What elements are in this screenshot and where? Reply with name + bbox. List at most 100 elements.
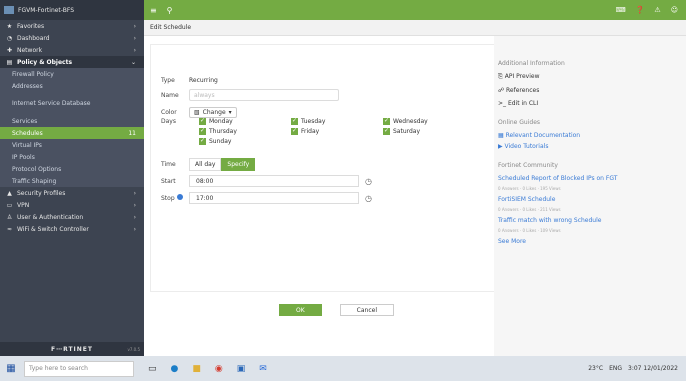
type-value: Recurring (189, 77, 218, 84)
day-checkbox-friday[interactable]: Friday (291, 127, 381, 135)
stop-label: Stop (161, 194, 189, 202)
time-specify-toggle[interactable]: Specify (221, 158, 256, 171)
chevron-right-icon: › (133, 225, 136, 233)
sidebar-item-ip-pools[interactable]: IP Pools (0, 151, 144, 163)
file-explorer-icon[interactable]: ■ (192, 364, 201, 374)
sidebar-item-wifi-switch[interactable]: ≈ WiFi & Switch Controller › (0, 223, 144, 235)
top-bar: ≡ ⚲ ⌨ ❓ ⚠ ☺ (144, 0, 686, 20)
video-tutorials-link[interactable]: ▶ Video Tutorials (498, 143, 686, 150)
sidebar-item-schedules[interactable]: Schedules 11 (0, 127, 144, 139)
policy-icon: ▤ (6, 58, 13, 66)
search-icon[interactable]: ⚲ (167, 6, 173, 15)
language-indicator[interactable]: ENG (609, 365, 622, 372)
clock[interactable]: 3:07 12/01/2022 (628, 365, 678, 372)
vpn-icon: ▭ (6, 201, 13, 209)
type-label: Type (161, 77, 175, 84)
stop-time-input[interactable]: 17:00 ◷ (189, 192, 372, 204)
main-content: Type Recurring Name always Color ▧ Chang… (144, 36, 686, 356)
name-input[interactable]: always (189, 89, 339, 101)
api-preview-icon: ⎘ (498, 73, 503, 80)
info-icon (176, 194, 183, 200)
clock-icon[interactable]: ◷ (365, 194, 372, 203)
sidebar-item-protocol-options[interactable]: Protocol Options (0, 163, 144, 175)
chevron-down-icon: ⌄ (130, 58, 136, 66)
help-icon[interactable]: ❓ (636, 6, 645, 14)
chevron-right-icon: › (133, 201, 136, 209)
community-link[interactable]: Scheduled Report of Blocked IPs on FGT (498, 175, 686, 182)
day-checkbox-monday[interactable]: Monday (199, 117, 289, 125)
video-icon: ▶ (498, 143, 503, 150)
day-checkbox-tuesday[interactable]: Tuesday (291, 117, 381, 125)
user-menu-icon[interactable]: ☺ (671, 6, 678, 14)
edit-schedule-form: Type Recurring Name always Color ▧ Chang… (150, 44, 500, 292)
sidebar-item-network[interactable]: ✚ Network › (0, 44, 144, 56)
sidebar-item-addresses[interactable]: Addresses (0, 80, 144, 92)
fortinet-community-title: Fortinet Community (498, 162, 558, 169)
sidebar-item-user-authentication[interactable]: ♙ User & Authentication › (0, 211, 144, 223)
weather-widget[interactable]: 23°C (588, 365, 603, 372)
fortinet-logo: F⋯RTINET v7.0.5 (0, 342, 144, 356)
chevron-right-icon: › (133, 34, 136, 42)
mail-icon[interactable]: ✉ (259, 364, 267, 374)
sidebar: FGVM-Fortinet-BFS ★ Favorites › ◔ Dashbo… (0, 0, 144, 356)
cli-console-icon[interactable]: ⌨ (616, 6, 626, 14)
sidebar-item-vpn[interactable]: ▭ VPN › (0, 199, 144, 211)
chevron-right-icon: › (133, 46, 136, 54)
time-label: Time (161, 161, 176, 168)
link-icon: ☍ (498, 87, 505, 94)
days-label: Days (161, 118, 176, 125)
system-tray: 23°C ENG 3:07 12/01/2022 (588, 365, 686, 372)
days-checkbox-group: Monday Tuesday Wednesday Thursday Friday… (199, 117, 475, 145)
network-icon: ✚ (6, 46, 13, 54)
day-checkbox-sunday[interactable]: Sunday (199, 137, 289, 145)
day-checkbox-saturday[interactable]: Saturday (383, 127, 473, 135)
sidebar-item-traffic-shaping[interactable]: Traffic Shaping (0, 175, 144, 187)
community-link[interactable]: FortiSIEM Schedule (498, 196, 686, 203)
chevron-down-icon: ▾ (228, 109, 232, 116)
app-brand[interactable]: FGVM-Fortinet-BFS (0, 0, 144, 20)
color-change-button[interactable]: ▧ Change ▾ (189, 107, 237, 118)
start-label: Start (161, 177, 176, 185)
store-icon[interactable]: ▣ (237, 364, 246, 374)
sidebar-item-services[interactable]: Services (0, 115, 144, 127)
edge-icon[interactable]: ● (171, 364, 179, 374)
windows-start-icon[interactable]: ▦ (4, 363, 18, 374)
sidebar-item-favorites[interactable]: ★ Favorites › (0, 20, 144, 32)
sidebar-item-policy-objects[interactable]: ▤ Policy & Objects ⌄ (0, 56, 144, 68)
windows-taskbar: ▦ Type here to search ▭ ● ■ ◉ ▣ ✉ 23°C E… (0, 356, 686, 381)
community-link-meta: 0 Answers · 0 Likes · 211 Views (498, 207, 561, 212)
relevant-documentation-link[interactable]: ▦ Relevant Documentation (498, 132, 686, 139)
api-preview-link[interactable]: ⎘ API Preview (498, 73, 686, 81)
see-more-link[interactable]: See More (498, 238, 686, 245)
edit-in-cli-link[interactable]: >_ Edit in CLI (498, 100, 686, 107)
references-link[interactable]: ☍ References (498, 87, 686, 94)
sidebar-item-security-profiles[interactable]: ▲ Security Profiles › (0, 187, 144, 199)
community-link-meta: 0 Answers · 0 Likes · 195 Views (498, 186, 561, 191)
fortigate-logo-icon (4, 6, 14, 14)
menu-toggle-icon[interactable]: ≡ (150, 6, 157, 15)
clock-icon[interactable]: ◷ (365, 177, 372, 186)
online-guides-title: Online Guides (498, 119, 541, 126)
taskbar-search-input[interactable]: Type here to search (24, 360, 134, 377)
user-icon: ♙ (6, 213, 13, 221)
community-link-meta: 0 Answers · 0 Likes · 109 Views (498, 228, 561, 233)
cancel-button[interactable]: Cancel (339, 304, 394, 316)
day-checkbox-thursday[interactable]: Thursday (199, 127, 289, 135)
community-link[interactable]: Traffic match with wrong Schedule (498, 217, 686, 224)
taskbar-apps: ▭ ● ■ ◉ ▣ ✉ (148, 364, 267, 374)
start-time-input[interactable]: 08:00 ◷ (189, 175, 372, 187)
ok-button[interactable]: OK (279, 304, 322, 316)
day-checkbox-wednesday[interactable]: Wednesday (383, 117, 473, 125)
chevron-right-icon: › (133, 189, 136, 197)
time-all-day-toggle[interactable]: All day (189, 158, 222, 171)
additional-info-title: Additional Information (498, 60, 565, 67)
sidebar-item-dashboard[interactable]: ◔ Dashboard › (0, 32, 144, 44)
chrome-icon[interactable]: ◉ (215, 364, 223, 374)
sidebar-item-internet-service-database[interactable]: Internet Service Database (0, 92, 144, 115)
sidebar-item-virtual-ips[interactable]: Virtual IPs (0, 139, 144, 151)
notifications-icon[interactable]: ⚠ (654, 6, 660, 14)
sidebar-item-firewall-policy[interactable]: Firewall Policy (0, 68, 144, 80)
version-label: v7.0.5 (127, 346, 140, 352)
task-view-icon[interactable]: ▭ (148, 364, 157, 374)
wifi-icon: ≈ (6, 225, 13, 233)
